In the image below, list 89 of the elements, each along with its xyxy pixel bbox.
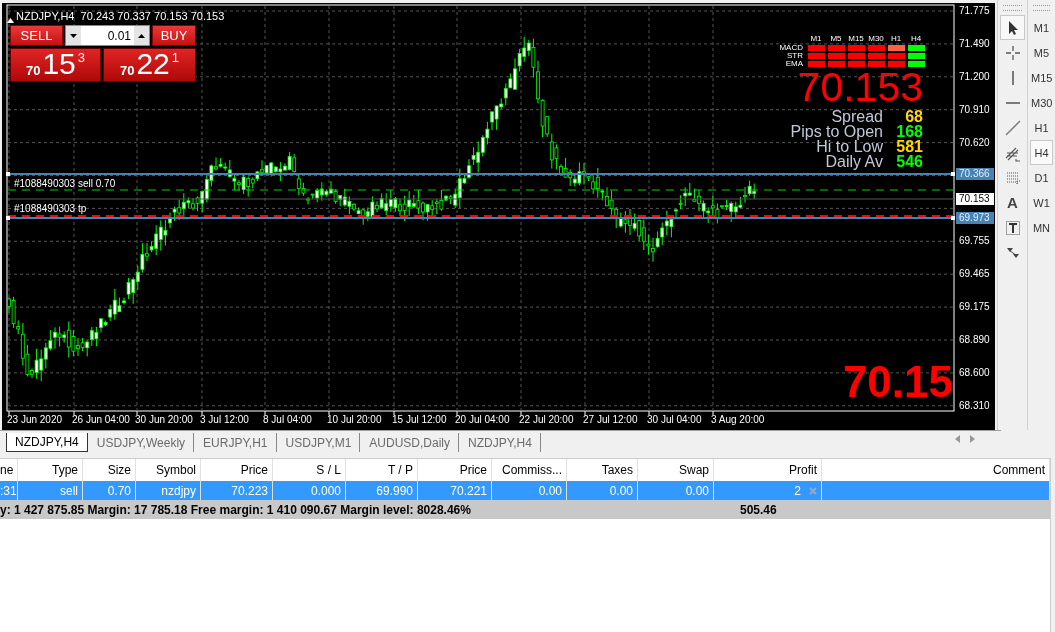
stat-value: 546 — [895, 154, 923, 169]
time-axis-label: 3 Aug 20:00 — [711, 414, 765, 425]
bid-price-tag: 70.153 — [956, 193, 994, 205]
chart-tab[interactable]: USDJPY,Weekly — [87, 433, 195, 452]
price-axis-label: 71.200 — [959, 70, 990, 83]
sell-button[interactable]: SELL — [10, 25, 63, 46]
stat-value: 168 — [895, 124, 923, 139]
stat-label: Pips to Open — [790, 124, 883, 139]
price-axis-label: 69.465 — [959, 268, 990, 281]
level-price-tag: 70.366 — [956, 168, 994, 180]
table-cell: sell — [60, 483, 78, 498]
table-cell: nzdjpy — [161, 483, 196, 498]
text-tool-button[interactable]: A — [1000, 190, 1025, 215]
level-price-tag: 69.973 — [956, 212, 994, 224]
timeframe-button[interactable]: H1 — [1030, 115, 1053, 140]
table-cell: :31 — [0, 483, 17, 498]
timeframe-button[interactable]: MN — [1030, 215, 1053, 240]
trend-line-icon — [1003, 118, 1022, 137]
table-cell: 70.223 — [231, 483, 268, 498]
timeframe-button[interactable]: H4 — [1030, 140, 1053, 165]
time-axis-label: 23 Jun 2020 — [7, 414, 63, 425]
table-cell: 0.00 — [609, 483, 633, 498]
scroll-right-icon[interactable] — [970, 435, 975, 443]
chart-tab[interactable]: NZDJPY,H4 — [6, 433, 88, 452]
table-cell: 2 — [794, 483, 801, 498]
crosshair-icon — [1003, 43, 1022, 62]
price-axis-label: 69.755 — [959, 235, 990, 248]
timeframe-heading: M5 — [829, 34, 843, 43]
vertical-line-icon — [1011, 70, 1014, 85]
cursor-tool-button[interactable] — [1000, 15, 1025, 40]
table-cell: 0.00 — [685, 483, 709, 498]
time-axis-label: 26 Jun 04:00 — [72, 414, 130, 425]
indicator-label: MACD — [778, 44, 804, 51]
current-price: 70.153 — [797, 65, 923, 109]
stat-label: Daily Av — [824, 154, 883, 169]
indicator-label: STR — [786, 52, 804, 59]
chart-tab[interactable]: USDJPY,M1 — [276, 433, 361, 452]
text-label-icon — [1003, 218, 1022, 237]
time-axis-label: 30 Jun 20:00 — [135, 414, 193, 425]
scroll-left-icon[interactable] — [955, 435, 960, 443]
stat-label: Hi to Low — [816, 139, 883, 154]
horizontal-line-icon — [1005, 101, 1020, 104]
price-axis-label: 71.775 — [959, 5, 990, 17]
time-axis-label: 15 Jul 12:00 — [392, 414, 447, 425]
time-axis-label: 20 Jul 04:00 — [455, 414, 510, 425]
timeframe-button[interactable]: W1 — [1030, 190, 1053, 215]
price-axis-label: 68.310 — [959, 399, 990, 412]
timeframe-heading: H1 — [889, 34, 903, 43]
time-axis-label: 22 Jul 20:00 — [519, 414, 574, 425]
timeframe-button[interactable]: M30 — [1030, 90, 1053, 115]
chart-title: NZDJPY,H4 70.243 70.337 70.153 70.153 — [16, 10, 225, 22]
table-cell: 0.70 — [107, 483, 131, 498]
collapse-icon[interactable] — [7, 18, 14, 23]
time-axis-label: 30 Jul 04:00 — [647, 414, 702, 425]
price-display: 70.15 — [842, 359, 953, 405]
timeframe-button[interactable]: M1 — [1030, 15, 1053, 40]
stat-value: 581 — [895, 139, 923, 154]
timeframe-button[interactable]: D1 — [1030, 165, 1053, 190]
timeframe-heading: M15 — [847, 34, 865, 43]
price-axis-label: 70.910 — [959, 103, 990, 116]
indicator-label: EMA — [784, 60, 804, 67]
order-label: #1088490303 tp — [14, 203, 87, 214]
time-axis-label: 27 Jul 12:00 — [583, 414, 638, 425]
price-axis-label: 68.600 — [959, 366, 990, 379]
table-cell: 0.000 — [310, 483, 341, 498]
stat-value: 68 — [904, 109, 923, 124]
timeframe-heading: H4 — [909, 34, 923, 43]
time-axis-label: 3 Jul 12:00 — [200, 414, 249, 425]
account-summary: y: 1 427 875.85 Margin: 17 785.18 Free margin: 1 410 090.67 Margin level: 8028.46% — [0, 502, 472, 517]
chart-tab[interactable]: EURJPY,H1 — [194, 433, 277, 452]
time-axis-label: 10 Jul 20:00 — [327, 414, 382, 425]
timeframe-button[interactable]: M15 — [1030, 65, 1053, 90]
price-axis-label: 69.175 — [959, 301, 990, 314]
order-label: #1088490303 sell 0.70 — [14, 178, 116, 189]
table-cell: 0.00 — [538, 483, 562, 498]
total-profit: 505.46 — [740, 502, 777, 517]
price-axis-label: 71.490 — [959, 37, 990, 50]
timeframe-heading: M30 — [867, 34, 885, 43]
table-cell: 69.990 — [376, 483, 413, 498]
price-axis-label: 70.620 — [959, 136, 990, 149]
buy-button[interactable]: BUY — [152, 25, 196, 46]
timeframe-heading: M1 — [809, 34, 823, 43]
table-cell: 70.221 — [450, 483, 487, 498]
time-axis-label: 8 Jul 04:00 — [263, 414, 312, 425]
chart-tab[interactable]: NZDJPY,H4 — [459, 433, 541, 452]
stat-label: Spread — [830, 109, 883, 124]
price-axis-label: 68.890 — [959, 334, 990, 346]
chart-tab[interactable]: AUDUSD,Daily — [360, 433, 460, 452]
timeframe-button[interactable]: M5 — [1030, 40, 1053, 65]
